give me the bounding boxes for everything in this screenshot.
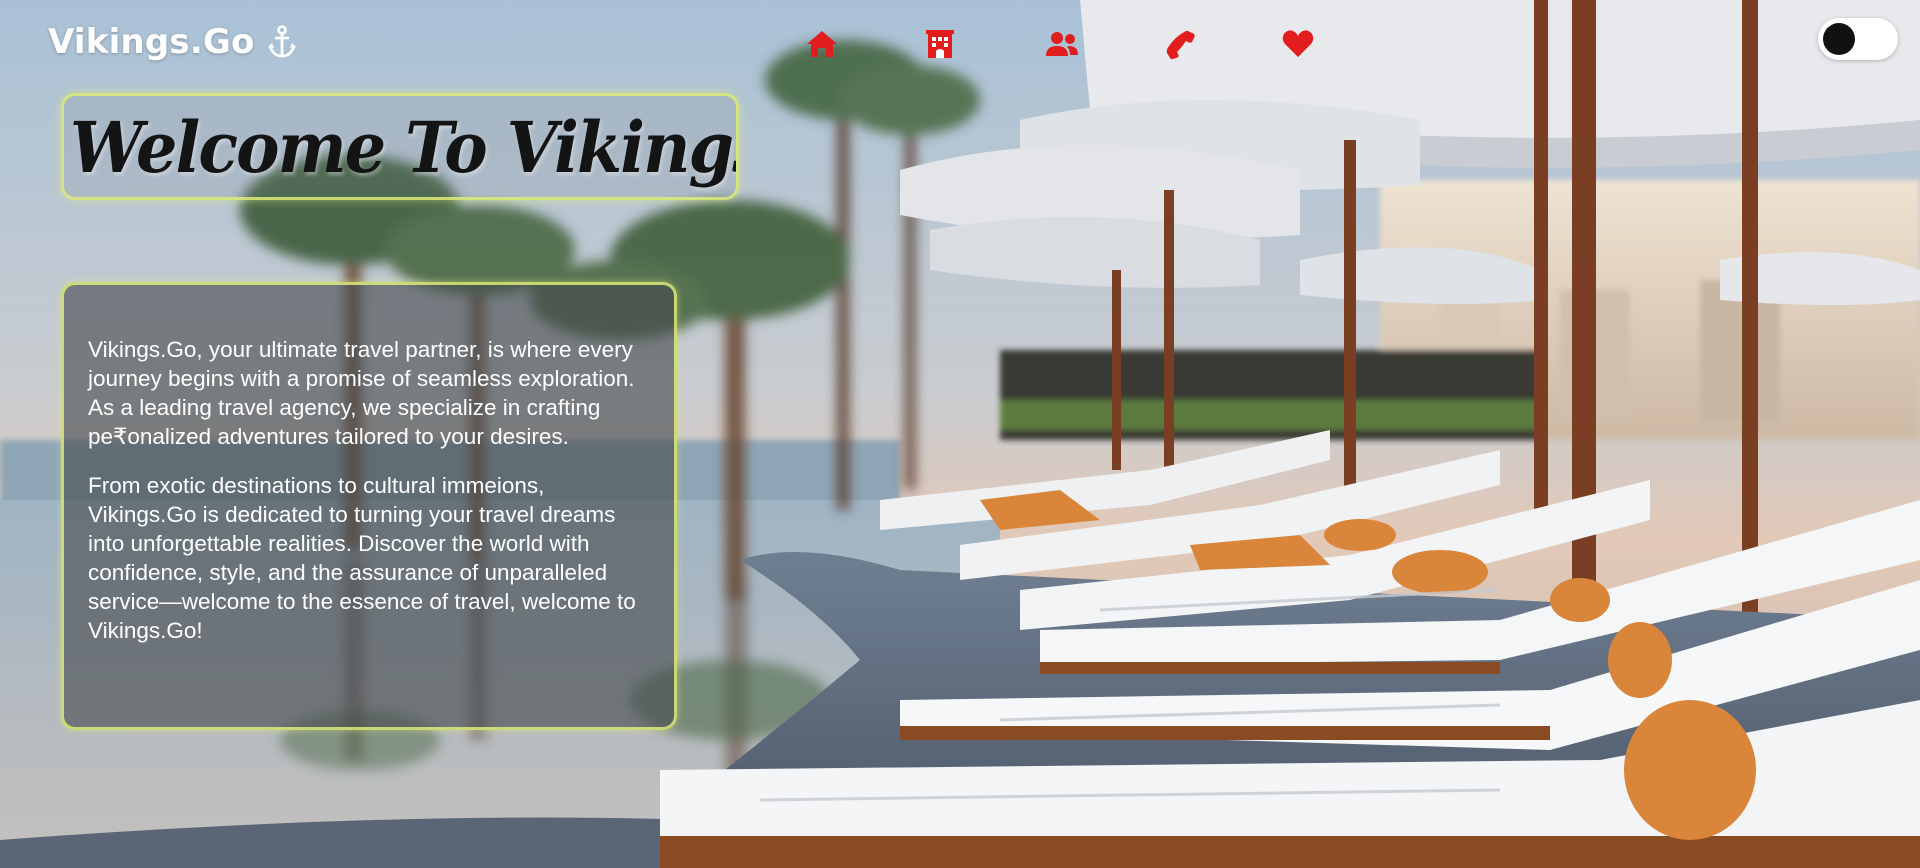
- theme-toggle[interactable]: [1818, 18, 1898, 60]
- phone-icon: [1166, 30, 1195, 60]
- toggle-knob: [1823, 23, 1855, 55]
- welcome-title: Welcome To Vikings.Go: [70, 106, 736, 189]
- nav-hotels[interactable]: [920, 24, 960, 64]
- home-icon: [807, 31, 837, 57]
- heart-icon: [1282, 30, 1314, 57]
- nav-home[interactable]: [802, 24, 842, 64]
- nav-team[interactable]: [1042, 24, 1082, 64]
- nav-contact[interactable]: [1161, 24, 1201, 64]
- users-icon: [1046, 32, 1078, 56]
- about-panel: Vikings.Go, your ultimate travel partner…: [61, 282, 677, 730]
- hotel-icon: [926, 30, 954, 58]
- nav-favorites[interactable]: [1278, 24, 1318, 64]
- main-nav: [0, 24, 1920, 64]
- page: Vikings.Go Welcome To Viking Vikings.Go,…: [0, 0, 1920, 868]
- about-paragraph-2: From exotic destinations to cultural imm…: [88, 473, 636, 643]
- welcome-banner: Welcome To Vikings.Go: [61, 93, 739, 200]
- about-paragraph-1: Vikings.Go, your ultimate travel partner…: [88, 337, 635, 449]
